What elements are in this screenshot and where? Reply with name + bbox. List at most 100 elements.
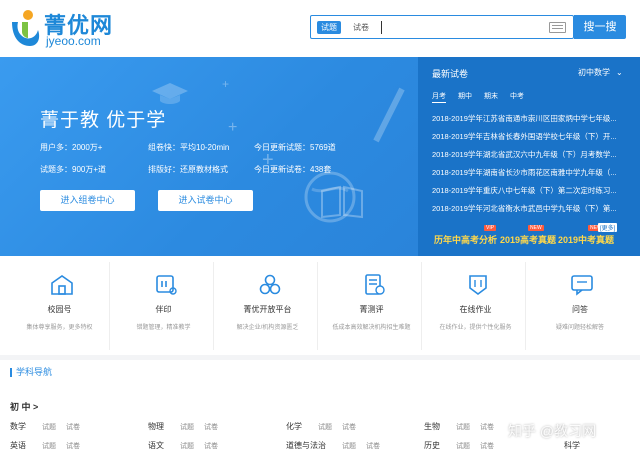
subject-questions-link[interactable]: 试题 (42, 422, 56, 432)
level-junior-link[interactable]: 初 中 > (10, 400, 38, 413)
subject-nav-title: 学科导航 (10, 368, 52, 377)
logo-mark-icon (12, 10, 40, 46)
subject-chinese[interactable]: 语文 (148, 440, 164, 451)
paper-center-button[interactable]: 进入试卷中心 (158, 190, 253, 211)
banner-slogan: 菁于教 优于学 (40, 110, 167, 131)
promo-gaokao-2019[interactable]: 2019高考真题 (500, 233, 556, 246)
service-desc: 疑难问题轻松解答 (555, 325, 604, 331)
paper-link[interactable]: 2018-2019学年重庆八中七年级（下）第二次定时练习... (432, 185, 632, 196)
subject-papers-link[interactable]: 试卷 (366, 441, 380, 451)
plus-icon: + (222, 77, 230, 91)
search-input[interactable] (381, 21, 382, 34)
services-row: 校园号 集体尊享服务，更多特权 伴印 错题管理，精准教学 菁优开放平台 解决企业… (10, 262, 630, 350)
section-divider (0, 355, 640, 360)
banner: + + + 菁于教 优于学 用户多：2000万+ 组卷快：平均10-20min … (0, 57, 640, 256)
subject-history[interactable]: 历史 (424, 440, 440, 451)
subject-questions-link[interactable]: 试题 (318, 422, 332, 432)
service-desc: 在线作业，提供个性化服务 (439, 325, 512, 331)
paper-link[interactable]: 2018-2019学年江苏省南通市崇川区田家炳中学七年级... (432, 113, 632, 124)
stat-format: 排版好：还原教材格式 (148, 165, 228, 174)
service-name: 在线作业 (459, 305, 492, 314)
tab-monthly[interactable]: 月考 (432, 91, 446, 103)
service-desc: 错题管理，精准教学 (136, 325, 191, 331)
vip-badge: VIP (484, 225, 497, 231)
search-button[interactable]: 搜一搜 (574, 15, 626, 39)
ruler-icon (372, 85, 406, 150)
chat-bubble-icon (571, 275, 593, 296)
compose-center-button[interactable]: 进入组卷中心 (40, 190, 135, 211)
banner-hero: + + + 菁于教 优于学 用户多：2000万+ 组卷快：平均10-20min … (0, 57, 418, 256)
service-qa[interactable]: 问答 疑难问题轻松解答 (530, 262, 630, 350)
service-assessment[interactable]: 菁测评 低成本高效解决机构招生难题 (322, 262, 422, 350)
subject-english[interactable]: 英语 (10, 440, 26, 451)
tab-final[interactable]: 期末 (484, 91, 498, 101)
plus-icon: + (228, 119, 238, 136)
subject-papers-link[interactable]: 试卷 (66, 422, 80, 432)
subject-questions-link[interactable]: 试题 (456, 441, 470, 451)
grade-selector-label: 初中数学 (578, 68, 610, 77)
service-open-platform[interactable]: 菁优开放平台 解决企业/机构资源匮乏 (218, 262, 318, 350)
subject-science[interactable]: 科学 (564, 440, 580, 451)
service-desc: 集体尊享服务，更多特权 (26, 325, 93, 331)
keyboard-icon[interactable] (549, 22, 566, 33)
service-name: 菁测评 (359, 305, 384, 314)
subject-chemistry[interactable]: 化学 (286, 421, 302, 432)
service-banyin[interactable]: 伴印 错题管理，精准教学 (114, 262, 214, 350)
stat-today-questions: 今日更新试题：5769道 (254, 143, 336, 152)
service-name: 问答 (572, 305, 588, 314)
subject-questions-link[interactable]: 试题 (42, 441, 56, 451)
new-badge: NEW (528, 225, 544, 231)
subject-questions-link[interactable]: 试题 (180, 441, 194, 451)
more-link[interactable]: [更多] (598, 223, 618, 232)
subject-papers-link[interactable]: 试卷 (204, 422, 218, 432)
service-name: 校园号 (47, 305, 72, 314)
subject-questions-link[interactable]: 试题 (456, 422, 470, 432)
subject-papers-link[interactable]: 试卷 (480, 422, 494, 432)
chevron-down-icon: ⌄ (616, 68, 623, 77)
service-name: 菁优开放平台 (243, 305, 292, 314)
hexagon-network-icon (259, 274, 281, 295)
search-tab-papers[interactable]: 试卷 (349, 21, 373, 34)
search-box: 试题 试卷 (310, 15, 574, 39)
subject-papers-link[interactable]: 试卷 (66, 441, 80, 451)
logo-domain: jyeoo.com (46, 34, 101, 48)
subject-papers-link[interactable]: 试卷 (342, 422, 356, 432)
grade-selector[interactable]: 初中数学 ⌄ (578, 67, 623, 78)
service-name: 伴印 (155, 305, 172, 314)
latest-papers-title: 最新试卷 (432, 69, 469, 79)
tab-midterm[interactable]: 期中 (458, 91, 472, 101)
paper-link[interactable]: 2018-2019学年湖北省武汉六中九年级（下）月考数学... (432, 149, 632, 160)
tab-zhongkao[interactable]: 中考 (510, 91, 524, 101)
latest-papers-panel: 最新试卷 初中数学 ⌄ 月考 期中 期末 中考 2018-2019学年江苏省南通市… (418, 57, 640, 256)
service-online-homework[interactable]: 在线作业 在线作业，提供个性化服务 (426, 262, 526, 350)
school-building-icon (51, 275, 73, 295)
paper-link[interactable]: 2018-2019学年吉林省长春外国语学校七年级（下）开... (432, 131, 632, 142)
watermark: 知乎 @教习网 (508, 423, 597, 439)
stat-today-papers: 今日更新试卷：438套 (254, 165, 332, 174)
subject-papers-link[interactable]: 试卷 (480, 441, 494, 451)
stat-questions: 试题多：900万+道 (40, 165, 107, 174)
subject-biology[interactable]: 生物 (424, 421, 440, 432)
subject-math[interactable]: 数学 (10, 421, 26, 432)
paper-link[interactable]: 2018-2019学年河北省衡水市武邑中学九年级（下）第... (432, 203, 632, 214)
subject-questions-link[interactable]: 试题 (342, 441, 356, 451)
stat-users: 用户多：2000万+ (40, 143, 103, 152)
site-logo[interactable]: 菁优网 jyeoo.com (8, 6, 128, 50)
service-desc: 解决企业/机构资源匮乏 (236, 325, 299, 331)
shield-book-icon (469, 275, 487, 295)
printer-icon (156, 275, 177, 295)
book-icon (320, 185, 364, 224)
service-campus[interactable]: 校园号 集体尊享服务，更多特权 (10, 262, 110, 350)
subject-questions-link[interactable]: 试题 (180, 422, 194, 432)
paper-link[interactable]: 2018-2019学年湖南省长沙市雨花区南雅中学九年级（... (432, 167, 632, 178)
subject-papers-link[interactable]: 试卷 (204, 441, 218, 451)
promo-zhongkao-2019[interactable]: 2019中考真题 (558, 233, 614, 246)
subject-morality-law[interactable]: 道德与法治 (286, 440, 326, 451)
service-desc: 低成本高效解决机构招生难题 (332, 325, 411, 331)
search-tab-questions[interactable]: 试题 (317, 21, 341, 34)
header: 菁优网 jyeoo.com 试题 试卷 搜一搜 (0, 0, 640, 57)
checklist-icon (365, 274, 385, 295)
stat-speed: 组卷快：平均10-20min (148, 143, 230, 152)
promo-history-exams[interactable]: 历年中高考分析 (434, 233, 497, 246)
subject-physics[interactable]: 物理 (148, 421, 164, 432)
